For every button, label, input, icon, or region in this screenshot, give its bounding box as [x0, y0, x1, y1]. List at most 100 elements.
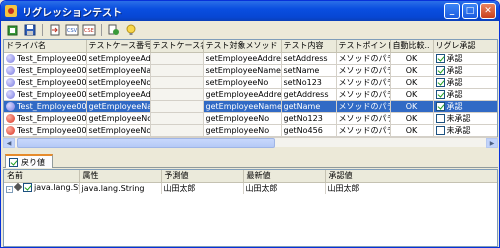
node-name: java.lang.Stri... — [34, 183, 79, 193]
case-name — [150, 88, 204, 101]
save-icon[interactable] — [23, 24, 37, 37]
column-header-approval[interactable]: リグレ承認 — [433, 40, 497, 53]
approval-label: 未承認 — [446, 125, 471, 135]
driver-name: Test_Employee0001 — [17, 113, 85, 123]
table-row-selected[interactable]: Test_Employee0001 getEmployeeNa... getEm… — [4, 100, 497, 113]
horizontal-scrollbar[interactable]: ◀ ▶ — [3, 137, 498, 148]
driver-status-icon — [6, 101, 15, 111]
approval-checkbox[interactable] — [435, 77, 445, 87]
approval-checkbox[interactable] — [435, 53, 445, 63]
test-point: メソッドのパラメタ — [336, 52, 391, 65]
tree-row[interactable]: - java.lang.Stri... java.lang.String 山田太郎… — [4, 182, 497, 194]
driver-name: Test_Employee0001 — [17, 65, 85, 75]
target-method: getEmployeeNo — [203, 124, 282, 137]
driver-status-icon — [6, 77, 15, 87]
grid-header-row: ドライバ名 テストケース番号 テストケース名 テスト対象メソッド テスト内容 テ… — [4, 40, 497, 53]
table-row[interactable]: Test_Employee0001 setEmployeeAdd... setE… — [4, 52, 497, 65]
minimize-button[interactable]: _ — [444, 3, 460, 19]
driver-name: Test_Employee0001 — [17, 101, 85, 111]
pane-splitter[interactable] — [1, 149, 499, 153]
auto-compare-result: OK — [390, 112, 434, 125]
column-header-latest[interactable]: 最新値 — [243, 170, 326, 183]
title-bar[interactable]: リグレッションテスト _ □ ✕ — [1, 1, 499, 21]
table-row[interactable]: Test_Employee0001 getEmployeeNo~... getE… — [4, 112, 497, 125]
column-header-type[interactable]: 属性 — [79, 170, 162, 183]
case-number: getEmployeeNo~... — [86, 112, 151, 125]
export-csv-icon[interactable]: CSV — [65, 24, 79, 37]
table-row[interactable]: Test_Employee0001 setEmployeeAdd... getE… — [4, 88, 497, 101]
table-row[interactable]: Test_Employee0001 setEmployeeNo~... getE… — [4, 124, 497, 137]
column-header-driver[interactable]: ドライバ名 — [4, 40, 87, 53]
node-checkbox[interactable] — [23, 183, 32, 193]
auto-compare-result: OK — [390, 100, 434, 113]
node-icon — [13, 183, 23, 192]
approval-checkbox[interactable] — [435, 89, 445, 99]
import-icon[interactable] — [48, 24, 62, 37]
column-header-content[interactable]: テスト内容 — [281, 40, 337, 53]
latest-value: 山田太郎 — [243, 182, 326, 194]
approved-value: 山田太郎 — [325, 182, 497, 194]
test-case-grid: ドライバ名 テストケース番号 テストケース名 テスト対象メソッド テスト内容 テ… — [3, 39, 498, 147]
test-content: getAddress — [281, 88, 337, 101]
approval-checkbox[interactable] — [435, 125, 445, 135]
tab-label: 戻り値 — [21, 157, 45, 167]
case-name — [150, 52, 204, 65]
return-value-grid: 名前 属性 予測値 最新値 承認値 - java.lang.Stri... jav… — [3, 169, 498, 247]
target-method: setEmployeeAddress — [203, 52, 282, 65]
target-method: getEmployeeName — [203, 100, 282, 113]
tab-checkbox[interactable] — [9, 157, 18, 167]
hint-icon[interactable] — [124, 24, 138, 37]
test-point: メソッドのパラメタ — [336, 88, 391, 101]
approval-label: 承認 — [446, 77, 463, 87]
case-number: setEmployeeAdd... — [86, 88, 151, 101]
column-header-name[interactable]: 名前 — [4, 170, 80, 183]
auto-compare-result: OK — [390, 64, 434, 77]
svg-text:CSV: CSV — [67, 28, 78, 34]
run-icon[interactable] — [107, 24, 121, 37]
test-content: setNo123 — [281, 76, 337, 89]
tree-expander[interactable]: - — [6, 186, 13, 194]
scroll-right-button[interactable]: ▶ — [486, 138, 498, 148]
test-point: メソッドのパラメタ — [336, 112, 391, 125]
column-header-approved[interactable]: 承認値 — [325, 170, 497, 183]
main-window: リグレッションテスト _ □ ✕ CSV CSE ドライバ名 テストケース番号 … — [0, 0, 500, 248]
new-icon[interactable] — [6, 24, 20, 37]
column-header-expected[interactable]: 予測値 — [161, 170, 244, 183]
approval-checkbox[interactable] — [435, 65, 445, 75]
window-title: リグレッションテスト — [22, 7, 122, 19]
auto-compare-result: OK — [390, 52, 434, 65]
scroll-left-button[interactable]: ◀ — [3, 138, 15, 148]
column-header-case-name[interactable]: テストケース名 — [150, 40, 204, 53]
column-header-method[interactable]: テスト対象メソッド — [203, 40, 282, 53]
tab-return-value[interactable]: 戻り値 — [5, 154, 53, 168]
column-header-auto-compare[interactable]: 自動比較.. — [390, 40, 434, 53]
table-row[interactable]: Test_Employee0001 setEmployeeNo~... setE… — [4, 76, 497, 89]
test-content: getNo456 — [281, 124, 337, 137]
driver-status-icon — [6, 65, 15, 75]
app-icon — [5, 5, 17, 17]
case-name — [150, 76, 204, 89]
table-row[interactable]: Test_Employee0001 setEmployeeName setEmp… — [4, 64, 497, 77]
test-point: メソッドのパラメタ — [336, 124, 391, 137]
test-point: メソッドのパラメタ — [336, 76, 391, 89]
column-header-point[interactable]: テストポイント — [336, 40, 391, 53]
export-xml-icon[interactable]: CSE — [82, 24, 96, 37]
maximize-button[interactable]: □ — [462, 3, 478, 19]
case-name — [150, 64, 204, 77]
approval-label: 承認 — [446, 89, 463, 99]
auto-compare-result: OK — [390, 124, 434, 137]
case-number: setEmployeeNo~... — [86, 76, 151, 89]
approval-checkbox[interactable] — [435, 113, 445, 123]
approval-checkbox[interactable] — [435, 101, 445, 111]
target-method: setEmployeeName — [203, 64, 282, 77]
scrollbar-thumb[interactable] — [17, 138, 275, 148]
target-method: getEmployeeAddress — [203, 88, 282, 101]
lower-header-row: 名前 属性 予測値 最新値 承認値 — [4, 170, 497, 183]
svg-text:CSE: CSE — [84, 28, 94, 34]
driver-status-icon — [6, 113, 15, 123]
column-header-case-no[interactable]: テストケース番号 — [86, 40, 151, 53]
case-number: setEmployeeAdd... — [86, 52, 151, 65]
approval-label: 承認 — [446, 53, 463, 63]
driver-status-icon — [6, 125, 15, 135]
close-button[interactable]: ✕ — [480, 3, 496, 19]
